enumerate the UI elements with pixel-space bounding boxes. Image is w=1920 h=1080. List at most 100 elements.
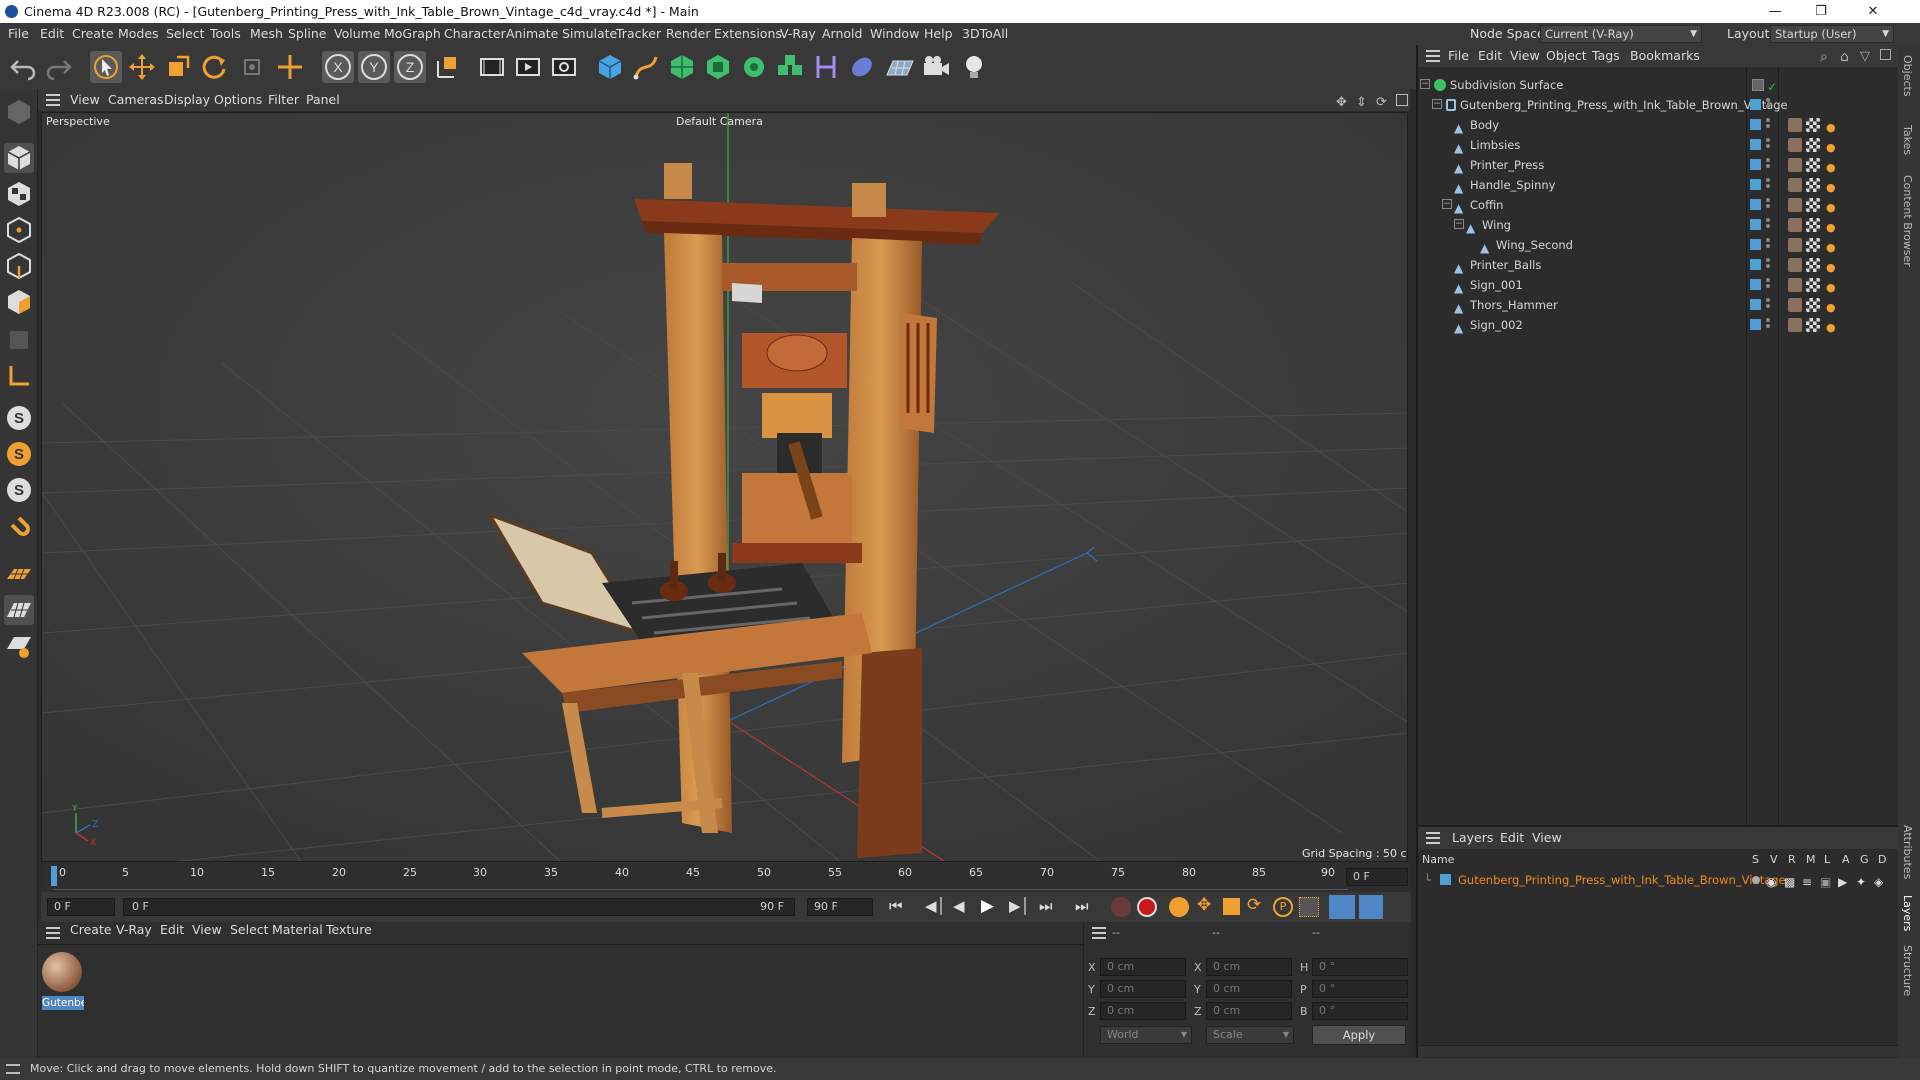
menu-modes[interactable]: Modes [118,23,159,45]
viewport-menu-cameras[interactable]: Cameras [108,89,164,111]
menu-file[interactable]: File [8,23,29,45]
viewport-menu-panel[interactable]: Panel [306,89,340,111]
collapse-icon[interactable]: − [1432,99,1442,109]
field-object-button[interactable] [846,51,878,83]
lock-icon[interactable]: ▣ [1820,872,1831,892]
position-key-icon[interactable]: ✥ [1197,895,1211,915]
live-selection-button[interactable] [90,51,122,83]
material-tag-icon[interactable] [1806,118,1820,132]
hamburger-icon[interactable] [6,1064,20,1074]
z-axis-lock-button[interactable]: Z [394,51,426,83]
floor-object-button[interactable] [884,51,916,83]
material-tag-icon[interactable] [1806,238,1820,252]
menu-volume[interactable]: Volume [334,23,381,45]
om-menu-file[interactable]: File [1448,45,1469,67]
menu-tracker[interactable]: Tracker [616,23,661,45]
material-menu-vray[interactable]: V-Ray [116,922,152,937]
object-row[interactable]: ▲ Wing_Second ● [1418,235,1898,255]
undo-button[interactable] [8,51,40,83]
edges-mode-button[interactable] [4,251,34,281]
layer-color-swatch[interactable] [1750,319,1761,330]
menu-spline[interactable]: Spline [288,23,326,45]
horizontal-scrollbar[interactable] [1418,1045,1898,1057]
vray-tag-icon[interactable]: ● [1826,318,1836,338]
3d-viewport[interactable]: Perspective Default Camera Grid Spacing … [41,112,1408,862]
model-mode-button[interactable] [4,143,34,173]
layer-color-swatch[interactable] [1750,199,1761,210]
manager-icon[interactable]: ≡ [1802,872,1812,892]
phong-tag-icon[interactable] [1788,118,1802,132]
workplane-button[interactable] [4,559,34,589]
collapse-icon[interactable]: − [1420,79,1430,89]
om-menu-object[interactable]: Object [1546,45,1587,67]
om-menu-tags[interactable]: Tags [1592,45,1620,67]
search-icon[interactable]: ⌕ [1820,46,1828,68]
play-icon[interactable]: ▶ [981,896,994,916]
layer-color-swatch[interactable] [1750,159,1761,170]
layer-row[interactable]: └ Gutenberg_Printing_Press_with_Ink_Tabl… [1418,870,1898,890]
menu-select[interactable]: Select [166,23,205,45]
tab-layers[interactable]: Layers [1901,895,1914,931]
phong-tag-icon[interactable] [1788,138,1802,152]
size-x-field[interactable]: 0 cm [1206,958,1292,976]
visibility-dots-icon[interactable] [1766,178,1770,192]
viewport-menu-view[interactable]: View [70,89,100,111]
viewport-menu-display[interactable]: Display [164,89,210,111]
end-frame-field[interactable]: 90 F [807,898,873,916]
material-tag-icon[interactable] [1806,158,1820,172]
rot-b-field[interactable]: 0 ° [1312,1002,1408,1020]
layer-color-swatch[interactable] [1750,139,1761,150]
new-window-icon[interactable] [1880,49,1891,60]
texture-mode-button[interactable] [4,179,34,209]
preview-range-slider[interactable]: 0 F 90 F [123,898,795,916]
layer-color-swatch[interactable] [1750,179,1761,190]
visibility-dots-icon[interactable] [1766,158,1770,172]
object-row[interactable]: ▲ Limbsies ● [1418,135,1898,155]
phong-tag-icon[interactable] [1788,258,1802,272]
material-menu-texture[interactable]: Texture [326,922,372,937]
next-key-icon[interactable]: ⏭ [1039,897,1053,915]
object-row[interactable]: ▲ Thors_Hammer ● [1418,295,1898,315]
restore-icon[interactable]: ❐ [1798,0,1844,23]
scale-tool-button[interactable] [162,51,194,83]
material-tag-icon[interactable] [1806,318,1820,332]
menu-character[interactable]: Character [444,23,506,45]
grid-snap-button[interactable] [4,595,34,625]
point-level-key-icon[interactable] [1299,897,1319,917]
material-tag-icon[interactable] [1806,258,1820,272]
camera-object-button[interactable] [920,51,952,83]
subdivision-surface-button[interactable] [666,51,698,83]
current-frame-field[interactable]: 0 F [1346,868,1408,886]
layer-color-swatch[interactable] [1750,99,1761,110]
next-frame-icon[interactable]: ▶│ [1009,897,1030,915]
layer-color-swatch[interactable] [1440,874,1451,885]
record-keys-icon[interactable] [1111,897,1131,917]
y-axis-lock-button[interactable]: Y [358,51,390,83]
rot-p-field[interactable]: 0 ° [1312,980,1408,998]
minimize-icon[interactable]: — [1752,0,1798,23]
visibility-dots-icon[interactable] [1766,318,1770,332]
size-z-field[interactable]: 0 cm [1206,1002,1292,1020]
visibility-dots-icon[interactable] [1766,138,1770,152]
material-tag-icon[interactable] [1806,138,1820,152]
eye-icon[interactable]: ◉ [1766,872,1776,892]
start-frame-field[interactable]: 0 F [47,898,115,916]
visibility-dots-icon[interactable] [1766,238,1770,252]
layer-color-swatch[interactable] [1750,299,1761,310]
menu-help[interactable]: Help [924,23,953,45]
object-row[interactable]: − Gutenberg_Printing_Press_with_Ink_Tabl… [1418,95,1898,115]
pos-z-field[interactable]: 0 cm [1100,1002,1186,1020]
phong-tag-icon[interactable] [1788,238,1802,252]
recent-tool-button[interactable] [236,51,268,83]
layer-color-swatch[interactable] [1750,279,1761,290]
menu-window[interactable]: Window [870,23,919,45]
uv-mode-button[interactable] [4,325,34,355]
generators-icon[interactable]: ✦ [1856,872,1866,892]
visibility-dots-icon[interactable] [1766,118,1770,132]
material-menu-material[interactable]: Material [272,922,323,937]
make-editable-button[interactable] [4,97,34,127]
menu-mesh[interactable]: Mesh [250,23,283,45]
phong-tag-icon[interactable] [1788,218,1802,232]
redo-button[interactable] [42,51,74,83]
go-to-end-icon[interactable]: ⏭ [1075,897,1089,915]
